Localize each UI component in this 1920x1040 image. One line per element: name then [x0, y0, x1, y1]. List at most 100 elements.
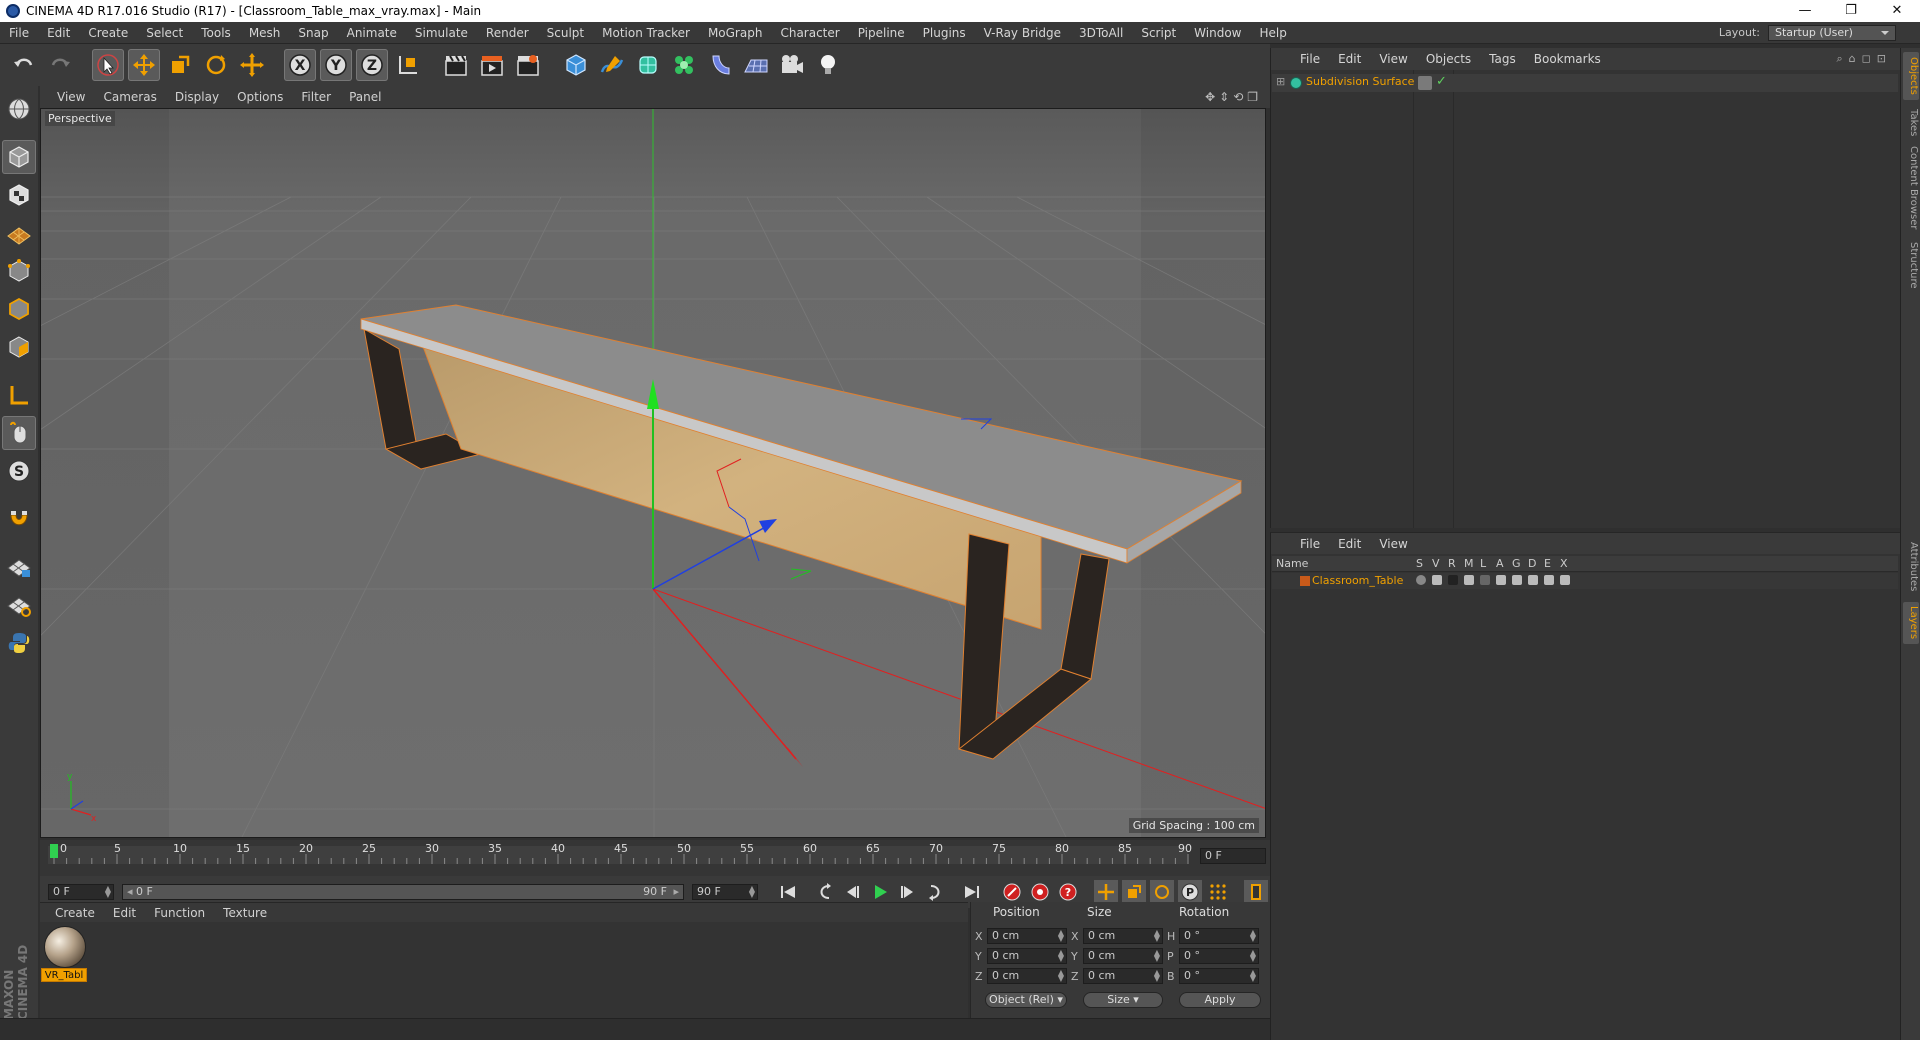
layer-col-name[interactable]: Name [1276, 557, 1308, 570]
layer-col-locked[interactable]: L [1480, 557, 1486, 570]
rot-p-field[interactable]: 0 ° ▲ ▼ [1179, 948, 1259, 964]
live-selection-button[interactable] [92, 49, 124, 81]
material-menu-texture[interactable]: Texture [214, 906, 276, 920]
preview-range-slider[interactable]: ◂ 0 F 90 F ▸ [122, 884, 684, 900]
menu-motion-tracker[interactable]: Motion Tracker [593, 22, 699, 44]
tab-structure[interactable]: Structure [1903, 238, 1919, 292]
size-x-field[interactable]: 0 cm ▲ ▼ [1083, 928, 1163, 944]
material-menu-create[interactable]: Create [46, 906, 104, 920]
manager-toggle-icon[interactable] [1464, 575, 1474, 585]
viewport-navigation-icons[interactable]: ✥⇕⟲❐ [1205, 90, 1270, 104]
layer-color-swatch[interactable] [1300, 576, 1310, 586]
viewport-menu-cameras[interactable]: Cameras [94, 90, 165, 104]
menu-render[interactable]: Render [477, 22, 538, 44]
menu-mograph[interactable]: MoGraph [699, 22, 772, 44]
tag-icon[interactable] [1418, 76, 1432, 90]
start-frame-field[interactable]: 0 F ▲ ▼ [48, 884, 114, 900]
layer-col-xref[interactable]: X [1560, 557, 1568, 570]
animation-toggle-icon[interactable] [1496, 575, 1506, 585]
lock-icon[interactable] [1480, 575, 1490, 585]
object-menu-tags[interactable]: Tags [1480, 52, 1525, 66]
add-cube-button[interactable] [560, 49, 592, 81]
close-button[interactable]: ✕ [1874, 0, 1920, 22]
rotate-tool-button[interactable] [200, 49, 232, 81]
viewport-menu-options[interactable]: Options [228, 90, 292, 104]
size-y-field[interactable]: 0 cm ▲ ▼ [1083, 948, 1163, 964]
object-menu-file[interactable]: File [1291, 52, 1329, 66]
position-key-button[interactable] [1094, 880, 1118, 904]
layer-name[interactable]: Classroom_Table [1312, 574, 1403, 587]
menu-3dtoall[interactable]: 3DToAll [1070, 22, 1132, 44]
scale-tool-button[interactable] [164, 49, 196, 81]
go-to-previous-key-button[interactable] [812, 880, 836, 904]
material-name-label[interactable]: VR_Tabl [41, 968, 87, 982]
menu-help[interactable]: Help [1250, 22, 1295, 44]
object-menu-objects[interactable]: Objects [1417, 52, 1480, 66]
menu-simulate[interactable]: Simulate [406, 22, 477, 44]
viewport-menu-view[interactable]: View [48, 90, 94, 104]
tab-takes[interactable]: Takes [1903, 106, 1919, 140]
object-menu-bookmarks[interactable]: Bookmarks [1525, 52, 1610, 66]
tab-objects[interactable]: Objects [1903, 52, 1919, 100]
menu-plugins[interactable]: Plugins [914, 22, 975, 44]
add-deformer-button[interactable] [704, 49, 736, 81]
add-pen-spline-button[interactable] [596, 49, 628, 81]
layer-row-classroom-table[interactable]: Classroom_Table [1272, 573, 1898, 589]
layer-col-expressions[interactable]: E [1544, 557, 1551, 570]
viewport-menu-filter[interactable]: Filter [292, 90, 340, 104]
generator-toggle-icon[interactable] [1512, 575, 1522, 585]
menu-file[interactable]: File [0, 22, 38, 44]
enable-snap-button[interactable] [2, 502, 36, 536]
material-manager-panel[interactable] [40, 922, 968, 1018]
menu-mesh[interactable]: Mesh [240, 22, 290, 44]
layer-col-manager[interactable]: M [1464, 557, 1474, 570]
go-to-next-key-button[interactable] [924, 880, 948, 904]
add-camera-button[interactable] [776, 49, 808, 81]
menu-window[interactable]: Window [1185, 22, 1250, 44]
points-mode-button[interactable] [2, 254, 36, 288]
go-to-next-frame-button[interactable] [896, 880, 920, 904]
menu-vray-bridge[interactable]: V-Ray Bridge [975, 22, 1070, 44]
restore-button[interactable]: ❐ [1828, 0, 1874, 22]
point-level-animation-button[interactable] [1206, 880, 1230, 904]
move-tool-button[interactable] [128, 49, 160, 81]
pos-z-field[interactable]: 0 cm ▲ ▼ [987, 968, 1067, 984]
add-subdivision-surface-button[interactable] [632, 49, 664, 81]
apply-button[interactable]: Apply [1179, 992, 1261, 1008]
x-axis-lock-button[interactable]: X [284, 49, 316, 81]
undo-button[interactable] [8, 49, 40, 81]
rot-b-field[interactable]: 0 ° ▲ ▼ [1179, 968, 1259, 984]
xref-toggle-icon[interactable] [1560, 575, 1570, 585]
coordinate-system-button[interactable] [392, 49, 424, 81]
texture-mode-button[interactable] [2, 178, 36, 212]
autokeying-button[interactable] [1028, 880, 1052, 904]
object-menu-edit[interactable]: Edit [1329, 52, 1370, 66]
render-settings-button[interactable] [512, 49, 544, 81]
object-name[interactable]: Subdivision Surface [1306, 75, 1414, 88]
workplane-mode-button[interactable] [2, 216, 36, 250]
material-preview-sphere[interactable] [44, 926, 86, 968]
coordinate-mode-dropdown[interactable]: Object (Rel) ▾ [985, 992, 1067, 1008]
timeline-ruler[interactable]: 0 5 10 15 20 25 30 35 40 45 50 55 60 65 … [40, 840, 1270, 876]
minimize-button[interactable]: — [1782, 0, 1828, 22]
tweak-mode-button[interactable] [2, 416, 36, 450]
layer-col-render[interactable]: R [1448, 557, 1456, 570]
add-cloner-button[interactable] [668, 49, 700, 81]
layout-dropdown[interactable]: Startup (User) [1768, 24, 1896, 41]
go-to-previous-frame-button[interactable] [840, 880, 864, 904]
object-row-subdivision-surface[interactable]: ⊞ Subdivision Surface ✓ [1272, 74, 1898, 92]
y-axis-lock-button[interactable]: Y [320, 49, 352, 81]
size-mode-dropdown[interactable]: Size ▾ [1083, 992, 1163, 1008]
go-to-end-button[interactable] [960, 880, 984, 904]
python-script-button[interactable] [2, 626, 36, 660]
menu-script[interactable]: Script [1132, 22, 1185, 44]
size-z-field[interactable]: 0 cm ▲ ▼ [1083, 968, 1163, 984]
pos-y-field[interactable]: 0 cm ▲ ▼ [987, 948, 1067, 964]
layer-menu-edit[interactable]: Edit [1329, 537, 1370, 551]
material-menu-edit[interactable]: Edit [104, 906, 145, 920]
viewport-menu-panel[interactable]: Panel [340, 90, 390, 104]
rot-h-field[interactable]: 0 ° ▲ ▼ [1179, 928, 1259, 944]
add-floor-button[interactable] [740, 49, 772, 81]
menu-sculpt[interactable]: Sculpt [538, 22, 593, 44]
locked-workplane-button[interactable] [2, 550, 36, 584]
